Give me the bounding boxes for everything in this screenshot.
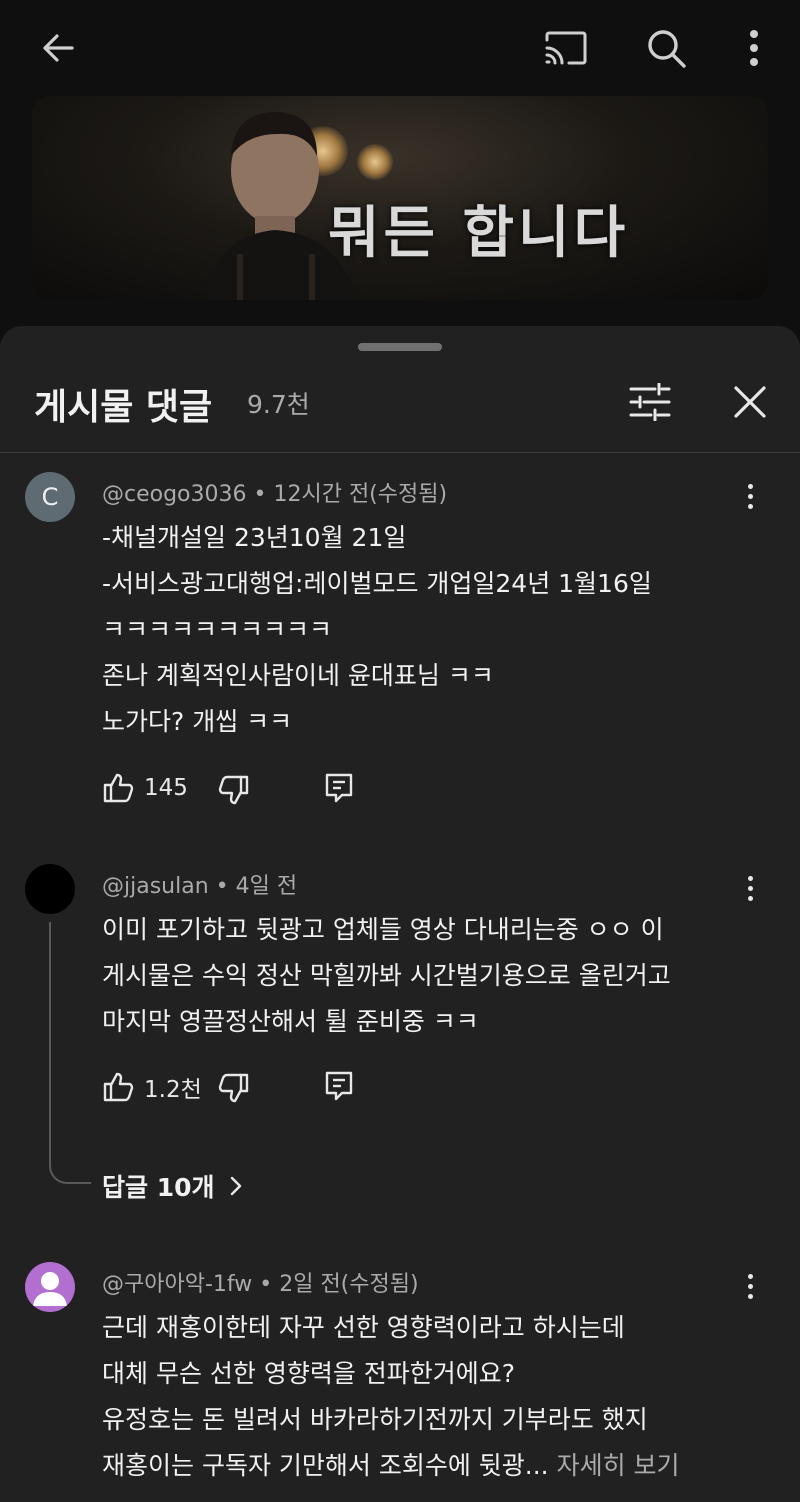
thumbs-down-icon <box>218 775 249 805</box>
thumbnail-caption: 뭐든 합니다 <box>328 200 630 266</box>
avatar[interactable] <box>25 864 75 914</box>
more-vert-icon[interactable] <box>730 1264 770 1308</box>
comment-text-line: 노가다? 개씹 ㅋㅋ <box>102 707 293 736</box>
reply-button[interactable] <box>324 772 354 804</box>
read-more-link[interactable]: 자세히 보기 <box>549 1451 680 1480</box>
more-vert-icon[interactable] <box>728 22 780 74</box>
back-arrow-icon[interactable] <box>32 22 84 74</box>
post-image[interactable]: 뭐든 합니다 <box>32 96 768 300</box>
header-divider <box>0 452 800 453</box>
comment-text-line: 유정호는 돈 빌려서 바카라하기전까지 기부라도 했지 <box>102 1405 648 1434</box>
drag-handle[interactable] <box>358 343 442 351</box>
top-app-bar <box>0 0 800 96</box>
view-replies-button[interactable]: 답글 10개 <box>102 1168 245 1204</box>
like-count: 1.2천 <box>144 1077 202 1103</box>
thumbs-up-icon <box>103 1072 134 1102</box>
comment-text-line: 게시물은 수익 정산 막힐까봐 시간벌기용으로 올린거고 <box>102 961 671 990</box>
comment-text-line: 근데 재홍이한테 자꾸 선한 영향력이라고 하시는데 <box>102 1313 625 1342</box>
like-button[interactable]: 1.2천 <box>102 1070 202 1104</box>
cast-icon[interactable] <box>540 22 592 74</box>
reply-button[interactable] <box>324 1070 354 1102</box>
dislike-button[interactable] <box>218 774 250 806</box>
comment-text-line: ㅋㅋㅋㅋㅋㅋㅋㅋㅋㅋ <box>102 615 333 644</box>
comment-text-line: 재홍이는 구독자 기만해서 조회수에 뒷광... 자세히 보기 <box>102 1451 680 1480</box>
comment-author[interactable]: @ceogo3036 • 12시간 전(수정됨) <box>102 476 447 508</box>
thumbs-down-icon <box>218 1073 249 1103</box>
comment-text-line: 마지막 영끌정산해서 튈 준비중 ㅋㅋ <box>102 1007 479 1036</box>
person-icon <box>33 1272 67 1306</box>
comment-text-line: 대체 무슨 선한 영향력을 전파한거에요? <box>102 1359 516 1388</box>
like-button[interactable]: 145 <box>102 772 188 804</box>
avatar[interactable]: C <box>25 472 75 522</box>
comment-icon <box>325 773 353 803</box>
comment-count: 9.7천 <box>247 390 310 419</box>
thread-line <box>49 922 91 1184</box>
more-vert-icon[interactable] <box>730 866 770 910</box>
dislike-button[interactable] <box>218 1072 250 1104</box>
like-count: 145 <box>144 775 188 801</box>
more-vert-icon[interactable] <box>730 474 770 518</box>
chevron-right-icon <box>230 1176 241 1196</box>
comment-text-line: 이미 포기하고 뒷광고 업체들 영상 다내리는중 ㅇㅇ 이 <box>102 915 664 944</box>
comment-icon <box>325 1071 353 1101</box>
comment-author[interactable]: @jjasulan • 4일 전 <box>102 868 297 900</box>
search-icon[interactable] <box>640 22 692 74</box>
comment-text-line: -채널개설일 23년10월 21일 <box>102 523 407 552</box>
comment-text-line: -서비스광고대행업:레이벌모드 개업일24년 1월16일 <box>102 569 652 598</box>
sliders-icon[interactable] <box>622 374 678 430</box>
avatar[interactable] <box>25 1262 75 1312</box>
sheet-title: 게시물 댓글 <box>34 387 213 428</box>
close-icon[interactable] <box>722 374 778 430</box>
comment-text-line: 존나 계획적인사람이네 윤대표님 ㅋㅋ <box>102 661 494 690</box>
comment-author[interactable]: @구아아악-1fw • 2일 전(수정됨) <box>102 1266 419 1298</box>
thumbs-up-icon <box>103 773 134 803</box>
